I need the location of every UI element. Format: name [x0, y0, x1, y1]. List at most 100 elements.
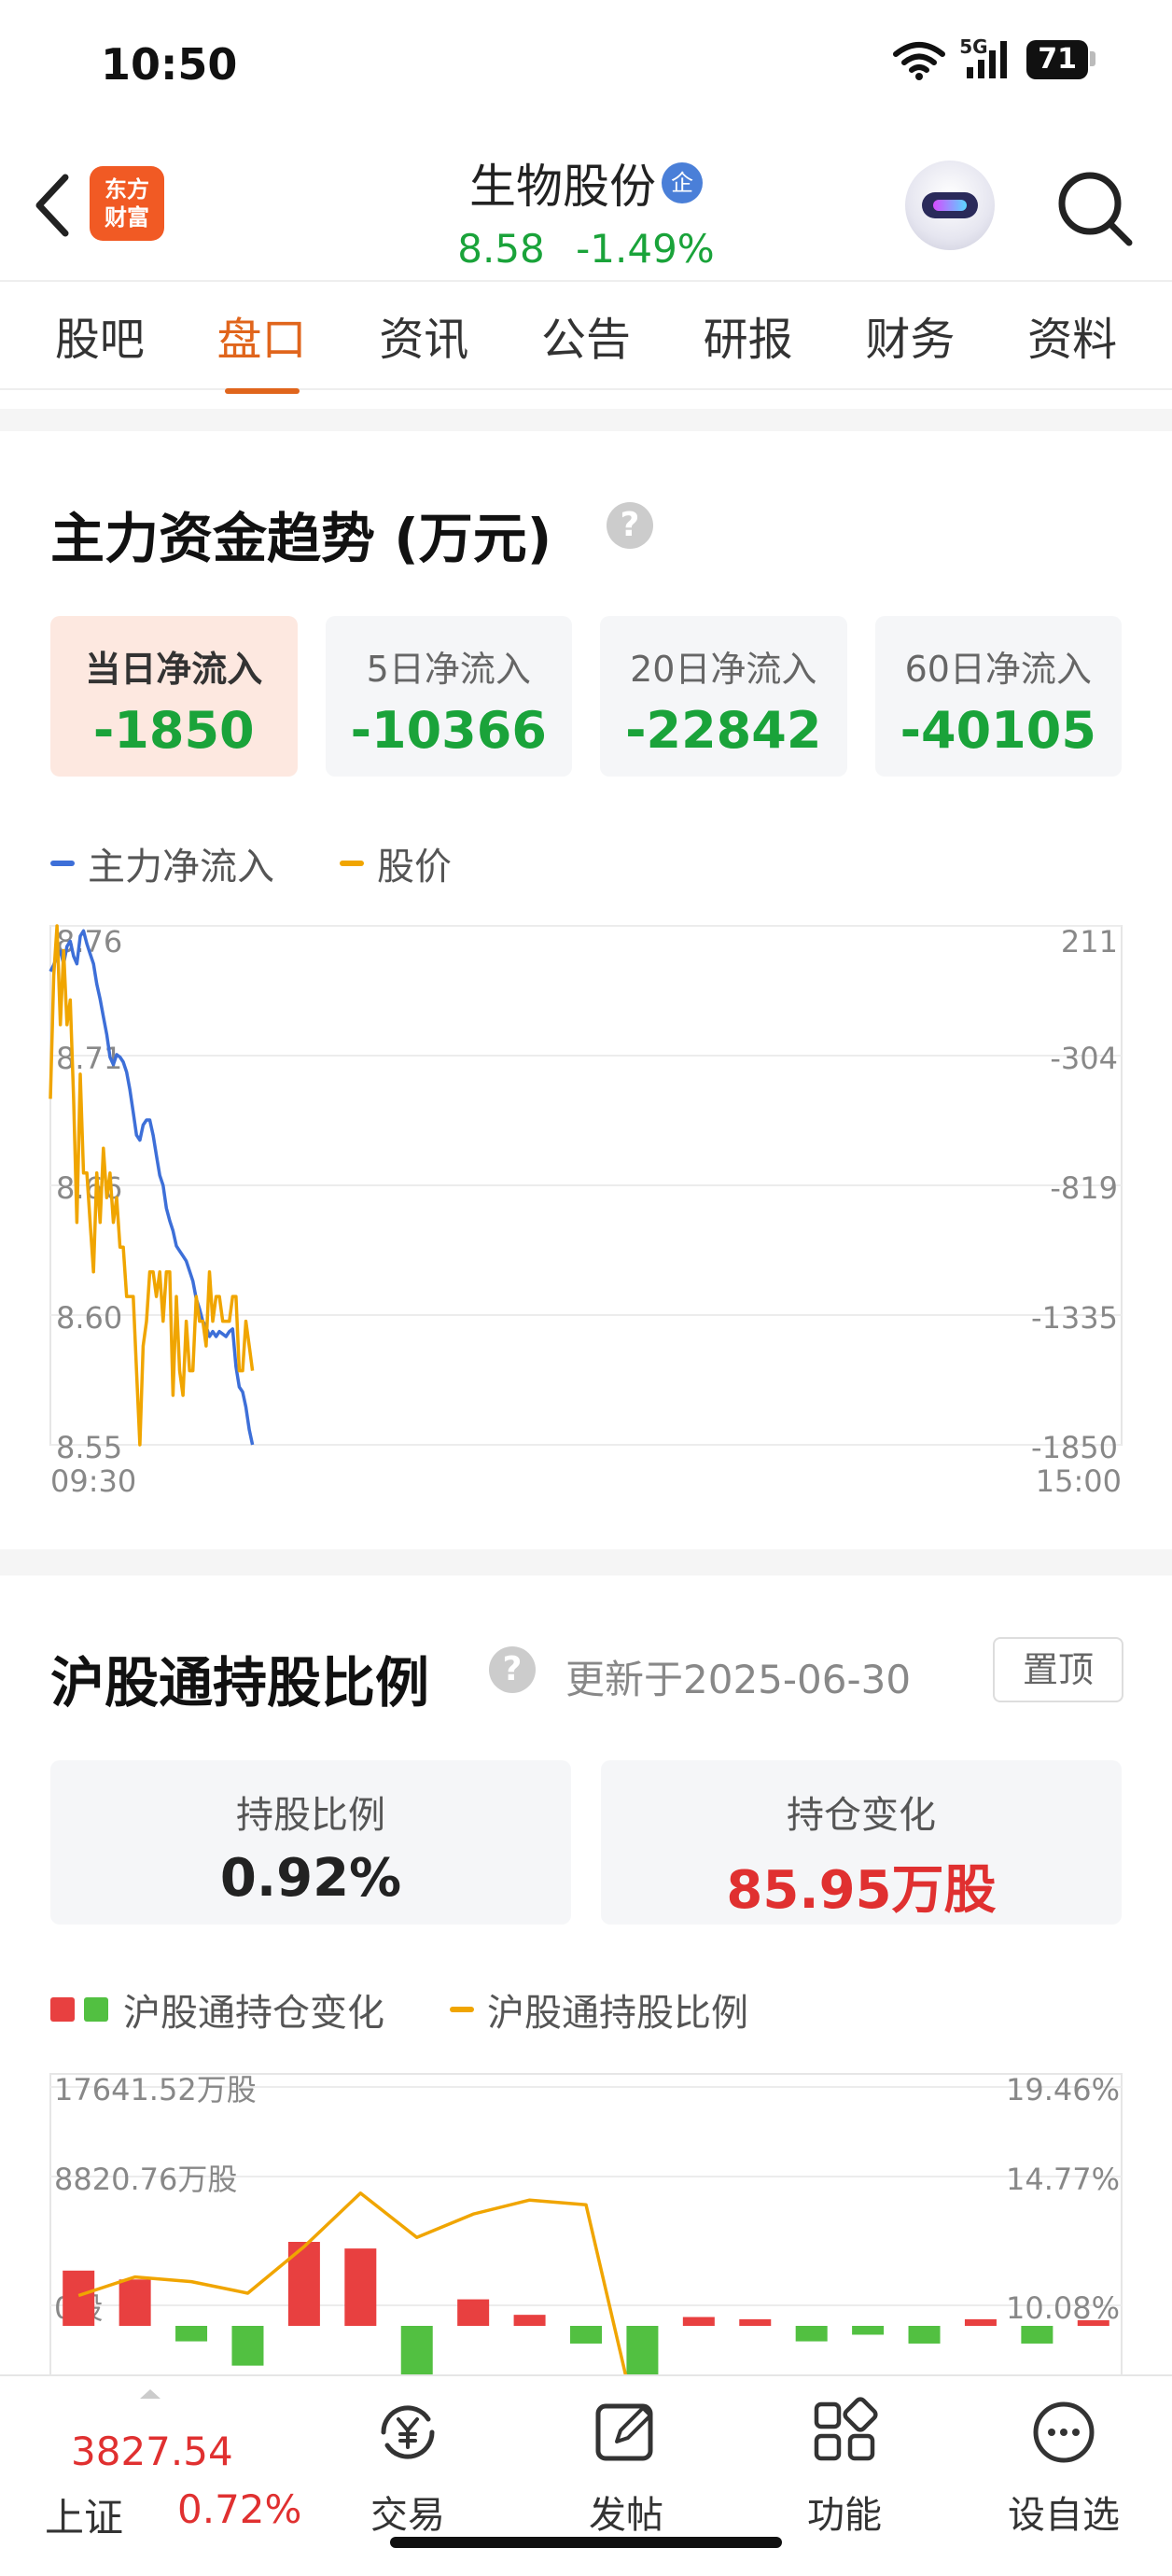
- flow-card-5d[interactable]: 5日净流入 -10366: [325, 616, 572, 777]
- holding-change-bar: [795, 2326, 828, 2342]
- system-icons: 5G 71: [892, 35, 1095, 80]
- legend-label: 沪股通持仓变化: [123, 1992, 384, 2035]
- capital-flow-title: 主力资金趋势 (万元): [50, 507, 552, 570]
- nav-post[interactable]: 发帖: [561, 2395, 691, 2539]
- y-left-tick-label: 17641.52万股: [54, 2072, 257, 2107]
- pin-top-button[interactable]: 置顶: [993, 1637, 1123, 1702]
- holding-change-bar: [400, 2326, 433, 2374]
- holding-card-value: 85.95万股: [726, 1860, 997, 1921]
- expand-caret-icon[interactable]: [136, 2386, 164, 2401]
- index-name[interactable]: 上证: [45, 2486, 123, 2543]
- hk-chart-legend: 沪股通持仓变化 沪股通持股比例: [50, 1982, 814, 2037]
- holding-card-value: 0.92%: [219, 1848, 402, 1909]
- holding-change-bar: [682, 2317, 715, 2326]
- flow-card-20d[interactable]: 20日净流入 -22842: [600, 616, 847, 777]
- y-right-tick-label: -1335: [1031, 1300, 1118, 1336]
- battery-indicator: 71: [1026, 40, 1095, 79]
- capital-flow-chart: 8.76 2118.71 -3048.66 -8198.60 -13358.55 -185…: [49, 924, 1123, 1493]
- stock-price: 8.58: [457, 226, 545, 272]
- stock-title: 生物股份企 8.58 -1.49%: [0, 149, 1172, 272]
- flow-card-value: -1850: [92, 701, 255, 760]
- section-divider: [0, 1549, 1172, 1575]
- holding-change-bar: [513, 2315, 546, 2326]
- holding-cards: 持股比例 0.92% 持仓变化 85.95万股: [50, 1760, 1122, 1925]
- nav-label: 交易: [370, 2494, 445, 2537]
- flow-card-60d[interactable]: 60日净流入 -40105: [874, 616, 1122, 777]
- hk-connect-chart: 17641.52万股19.46%8820.76万股14.77%0股10.08%: [49, 2072, 1123, 2374]
- search-icon[interactable]: [1053, 166, 1137, 250]
- stock-change-pct: -1.49%: [576, 226, 715, 272]
- holding-ratio-card: 持股比例 0.92%: [50, 1760, 571, 1925]
- more-dots-icon: [1033, 2401, 1095, 2463]
- holding-change-bar: [119, 2279, 151, 2326]
- flow-card-value: -10366: [350, 701, 547, 760]
- section-divider: [0, 409, 1172, 431]
- flow-card-label: 20日净流入: [630, 649, 817, 690]
- y-right-tick-label: 14.77%: [1006, 2162, 1120, 2197]
- legend-holding-change: 沪股通持仓变化: [50, 1982, 384, 2037]
- hk-connect-title: 沪股通持股比例: [50, 1651, 430, 1715]
- tab-news[interactable]: 资讯: [370, 302, 478, 368]
- help-icon[interactable]: ?: [607, 502, 653, 549]
- status-bar: 10:50 5G 71: [0, 0, 1172, 131]
- holding-card-label: 持股比例: [236, 1794, 385, 1837]
- index-value[interactable]: 3827.54: [71, 2429, 233, 2474]
- tab-bar: 股吧 盘口 资讯 公告 研报 财务 资料: [0, 280, 1172, 394]
- wifi-icon: [893, 42, 946, 80]
- legend-label: 沪股通持股比例: [487, 1992, 748, 2035]
- holding-card-label: 持仓变化: [787, 1794, 936, 1837]
- compose-icon: [595, 2403, 653, 2461]
- nav-label: 发帖: [589, 2494, 663, 2537]
- cell-signal-icon: 5G: [959, 35, 1013, 80]
- holding-change-bar: [457, 2299, 490, 2326]
- legend-label: 主力净流入: [88, 846, 274, 889]
- net-inflow-cards: 当日净流入 -1850 5日净流入 -10366 20日净流入 -22842 6…: [50, 616, 1122, 777]
- nav-functions[interactable]: 功能: [779, 2395, 910, 2539]
- price-line: 8.58 -1.49%: [0, 226, 1172, 272]
- flow-chart-legend: 主力净流入 股价: [50, 836, 517, 890]
- nav-label: 设自选: [1008, 2494, 1120, 2537]
- holding-change-bar: [175, 2326, 208, 2342]
- nav-add-watchlist[interactable]: 设自选: [998, 2395, 1129, 2539]
- enterprise-badge-icon: 企: [662, 162, 703, 203]
- tab-finance[interactable]: 财务: [856, 302, 964, 368]
- y-right-tick-label: 211: [1061, 924, 1118, 959]
- legend-main-inflow: 主力净流入: [50, 836, 274, 890]
- nav-trade[interactable]: 交易: [342, 2395, 473, 2539]
- y-right-tick-label: -819: [1050, 1170, 1118, 1206]
- x-end-label: 15:00: [1036, 1463, 1122, 1493]
- legend-holding-ratio: 沪股通持股比例: [450, 1982, 748, 2037]
- tab-guba[interactable]: 股吧: [46, 302, 154, 368]
- legend-price: 股价: [340, 836, 452, 890]
- help-icon[interactable]: ?: [489, 1646, 536, 1693]
- updated-date: 更新于2025-06-30: [565, 1657, 912, 1702]
- flow-card-today[interactable]: 当日净流入 -1850: [50, 616, 298, 777]
- legend-swatch: [340, 861, 364, 866]
- y-left-tick-label: 8820.76万股: [54, 2162, 237, 2197]
- flow-card-value: -40105: [900, 701, 1096, 760]
- trade-yen-icon: [381, 2405, 435, 2459]
- stock-name: 生物股份: [469, 160, 656, 214]
- tab-profile[interactable]: 资料: [1018, 302, 1126, 368]
- x-start-label: 09:30: [50, 1463, 136, 1493]
- y-right-tick-label: 19.46%: [1006, 2072, 1120, 2107]
- nav-label: 功能: [807, 2494, 882, 2537]
- tab-pankou[interactable]: 盘口: [208, 302, 316, 394]
- flow-card-label: 60日净流入: [904, 649, 1092, 690]
- home-indicator: [390, 2537, 782, 2548]
- holding-change-bar: [739, 2318, 772, 2326]
- index-change[interactable]: 0.72%: [177, 2486, 301, 2532]
- legend-swatch: [450, 2007, 474, 2012]
- holding-change-card: 持仓变化 85.95万股: [601, 1760, 1122, 1925]
- holding-change-bar: [908, 2326, 941, 2344]
- y-left-tick-label: 8.71: [56, 1041, 122, 1076]
- y-left-tick-label: 8.55: [56, 1430, 122, 1465]
- legend-swatch-green: [84, 1997, 108, 2022]
- holding-change-bar: [964, 2318, 997, 2326]
- holding-change-bar: [570, 2326, 602, 2344]
- y-right-tick-label: -1850: [1031, 1430, 1118, 1465]
- tab-announcements[interactable]: 公告: [532, 302, 640, 368]
- ai-assistant-robot-icon[interactable]: [905, 161, 995, 250]
- grid-apps-icon: [814, 2397, 878, 2461]
- tab-research[interactable]: 研报: [694, 302, 802, 368]
